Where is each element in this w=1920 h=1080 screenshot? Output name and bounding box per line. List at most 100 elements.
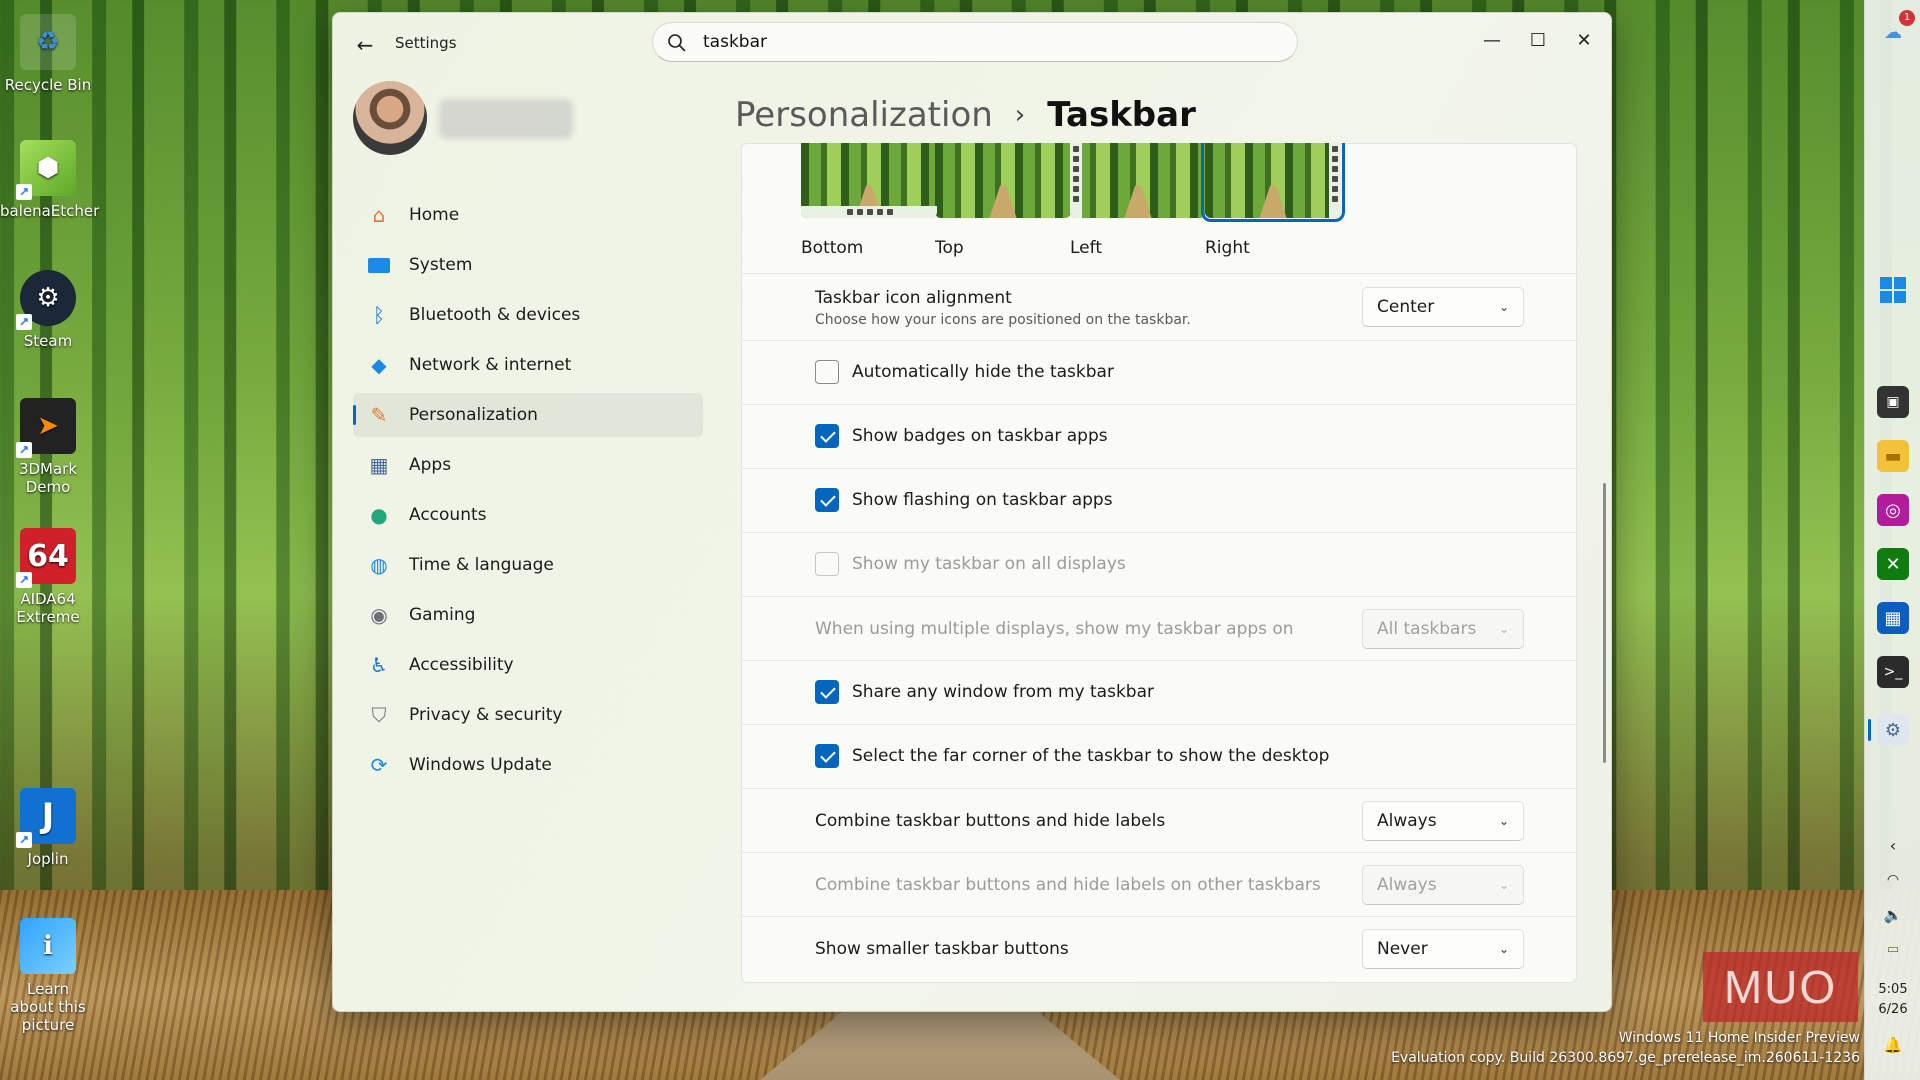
page-title: Taskbar <box>1047 95 1196 135</box>
checkbox-label[interactable]: Automatically hide the taskbar <box>852 362 1114 382</box>
avatar[interactable] <box>353 81 427 155</box>
desktop-icon-balenaetcher[interactable]: ⬢ ↗ balenaEtcher <box>0 140 100 220</box>
sidebar-item-system[interactable]: System <box>353 243 703 287</box>
dropdown-value: Never <box>1377 939 1428 959</box>
desktop-icon-aida64[interactable]: 64 ↗ AIDA64 Extreme <box>0 528 96 626</box>
shield-icon: ⛉ <box>371 703 387 727</box>
desktop-icon-label: Recycle Bin <box>4 76 92 94</box>
sidebar-item-label: Bluetooth & devices <box>409 305 581 325</box>
desktop-icon-label: balenaEtcher <box>0 202 100 220</box>
breadcrumb: Personalization › Taskbar <box>735 95 1196 135</box>
microsoft-store-icon[interactable]: ▦ <box>1877 602 1909 634</box>
chevron-down-icon: ⌄ <box>1498 942 1509 956</box>
accessibility-icon: ♿ <box>370 653 388 677</box>
position-thumb-top[interactable] <box>935 143 1071 218</box>
maximize-button[interactable]: ☐ <box>1515 21 1561 61</box>
sidebar-item-windows-update[interactable]: ⟳ Windows Update <box>353 743 703 787</box>
icon-alignment-dropdown[interactable]: Center ⌄ <box>1362 287 1524 327</box>
terminal-icon[interactable]: >_ <box>1877 656 1909 688</box>
onedrive-icon[interactable]: ☁ 1 <box>1877 10 1915 48</box>
settings-window: ← Settings taskbar — ☐ ✕ ⌂ Home System ᛒ B… <box>332 12 1612 1012</box>
sidebar-item-personalization[interactable]: ✎ Personalization <box>353 393 703 437</box>
sidebar-item-label: Accessibility <box>409 655 514 675</box>
shortcut-arrow-icon: ↗ <box>16 572 32 588</box>
setting-row-multi-display: When using multiple displays, show my ta… <box>742 597 1577 661</box>
setting-row-flashing: Show flashing on taskbar apps <box>742 469 1577 533</box>
setting-row-icon-alignment: Taskbar icon alignment Choose how your i… <box>742 274 1577 341</box>
chevron-left-icon[interactable]: ‹ <box>1865 836 1920 855</box>
back-arrow-icon[interactable]: ← <box>347 31 383 59</box>
position-thumb-bottom[interactable] <box>801 143 937 218</box>
checkbox-label[interactable]: Show flashing on taskbar apps <box>852 490 1113 510</box>
sidebar-item-time-language[interactable]: ◍ Time & language <box>353 543 703 587</box>
auto-hide-checkbox[interactable] <box>815 360 839 384</box>
sidebar-item-network[interactable]: ◆ Network & internet <box>353 343 703 387</box>
dropdown-value: Center <box>1377 297 1435 317</box>
sidebar-item-label: Apps <box>409 455 452 475</box>
desktop-icon-joplin[interactable]: J ↗ Joplin <box>0 788 96 868</box>
xbox-icon[interactable]: ✕ <box>1877 548 1909 580</box>
watermark-line2: Evaluation copy. Build 26300.8697.ge_pre… <box>1391 1050 1860 1066</box>
breadcrumb-parent[interactable]: Personalization <box>735 95 993 135</box>
position-label-right: Right <box>1205 238 1250 258</box>
desktop-icon-learn-about-picture[interactable]: ℹ Learn about this picture <box>0 918 96 1034</box>
settings-gear-icon[interactable]: ⚙ <box>1877 714 1909 746</box>
media-app-icon[interactable]: ◎ <box>1877 494 1909 526</box>
position-label-left: Left <box>1070 238 1102 258</box>
desktop-icon-steam[interactable]: ⚙ ↗ Steam <box>0 270 96 350</box>
position-thumb-right[interactable] <box>1201 143 1345 222</box>
steam-icon: ⚙ ↗ <box>16 270 76 330</box>
wifi-tray-icon[interactable]: ◠ <box>1865 872 1920 888</box>
position-thumb-left[interactable] <box>1070 143 1206 218</box>
taskbar-position-picker: Bottom Top Left Right <box>742 143 1577 274</box>
task-view-icon[interactable]: ▣ <box>1877 386 1909 418</box>
clock-date[interactable]: 6/26 <box>1865 1002 1920 1017</box>
notification-badge: 1 <box>1899 10 1915 26</box>
sidebar-item-accessibility[interactable]: ♿ Accessibility <box>353 643 703 687</box>
far-corner-checkbox[interactable] <box>815 744 839 768</box>
desktop-icon-3dmark[interactable]: ➤ ↗ 3DMark Demo <box>0 398 96 496</box>
flashing-checkbox[interactable] <box>815 488 839 512</box>
share-window-checkbox[interactable] <box>815 680 839 704</box>
accounts-icon: ● <box>370 503 388 527</box>
sidebar-item-bluetooth[interactable]: ᛒ Bluetooth & devices <box>353 293 703 337</box>
sidebar-item-privacy[interactable]: ⛉ Privacy & security <box>353 693 703 737</box>
badges-checkbox[interactable] <box>815 424 839 448</box>
sidebar-item-accounts[interactable]: ● Accounts <box>353 493 703 537</box>
search-box[interactable]: taskbar <box>652 22 1298 62</box>
battery-icon[interactable]: ▭ <box>1865 942 1920 957</box>
file-explorer-icon[interactable]: ▬ <box>1877 440 1909 472</box>
checkbox-label[interactable]: Share any window from my taskbar <box>852 682 1154 702</box>
sidebar-item-label: Gaming <box>409 605 476 625</box>
clock-time[interactable]: 5:05 <box>1865 982 1920 997</box>
sidebar-item-home[interactable]: ⌂ Home <box>353 193 703 237</box>
search-icon <box>668 34 686 52</box>
multi-display-dropdown[interactable]: All taskbars ⌄ <box>1362 609 1524 649</box>
thumb-taskbar <box>1329 143 1341 218</box>
search-input[interactable]: taskbar <box>703 23 767 61</box>
close-button[interactable]: ✕ <box>1561 21 1607 61</box>
start-button-icon[interactable] <box>1877 274 1909 306</box>
thumb-taskbar <box>801 206 937 218</box>
muo-logo: MUO <box>1703 952 1858 1022</box>
sidebar-item-apps[interactable]: ▦ Apps <box>353 443 703 487</box>
setting-row-smaller-buttons: Show smaller taskbar buttons Never ⌄ <box>742 917 1577 981</box>
setting-title: Show smaller taskbar buttons <box>815 939 1069 959</box>
content-scrollbar[interactable] <box>1603 483 1606 763</box>
checkbox-label[interactable]: Show badges on taskbar apps <box>852 426 1108 446</box>
taskbar-behaviors-card: Bottom Top Left Right Taskbar icon align… <box>741 143 1577 983</box>
volume-icon[interactable]: 🔈 <box>1865 906 1920 924</box>
desktop-icon-recycle-bin[interactable]: ♻ Recycle Bin <box>0 14 96 94</box>
combine-other-dropdown[interactable]: Always ⌄ <box>1362 865 1524 905</box>
notification-bell-icon[interactable]: 🔔 <box>1865 1036 1920 1054</box>
smaller-buttons-dropdown[interactable]: Never ⌄ <box>1362 929 1524 969</box>
vertical-taskbar: ☁ 1 ▣ ▬ ◎ ✕ ▦ >_ ⚙ ‹ ◠ 🔈 ▭ 5:05 6/26 🔔 <box>1864 0 1920 1080</box>
minimize-button[interactable]: — <box>1469 21 1515 61</box>
bluetooth-icon: ᛒ <box>373 303 385 327</box>
all-displays-checkbox[interactable] <box>815 552 839 576</box>
sidebar-item-gaming[interactable]: ◉ Gaming <box>353 593 703 637</box>
setting-row-combine: Combine taskbar buttons and hide labels … <box>742 789 1577 853</box>
checkbox-label[interactable]: Select the far corner of the taskbar to … <box>852 746 1329 766</box>
combine-dropdown[interactable]: Always ⌄ <box>1362 801 1524 841</box>
chevron-down-icon: ⌄ <box>1498 300 1509 314</box>
